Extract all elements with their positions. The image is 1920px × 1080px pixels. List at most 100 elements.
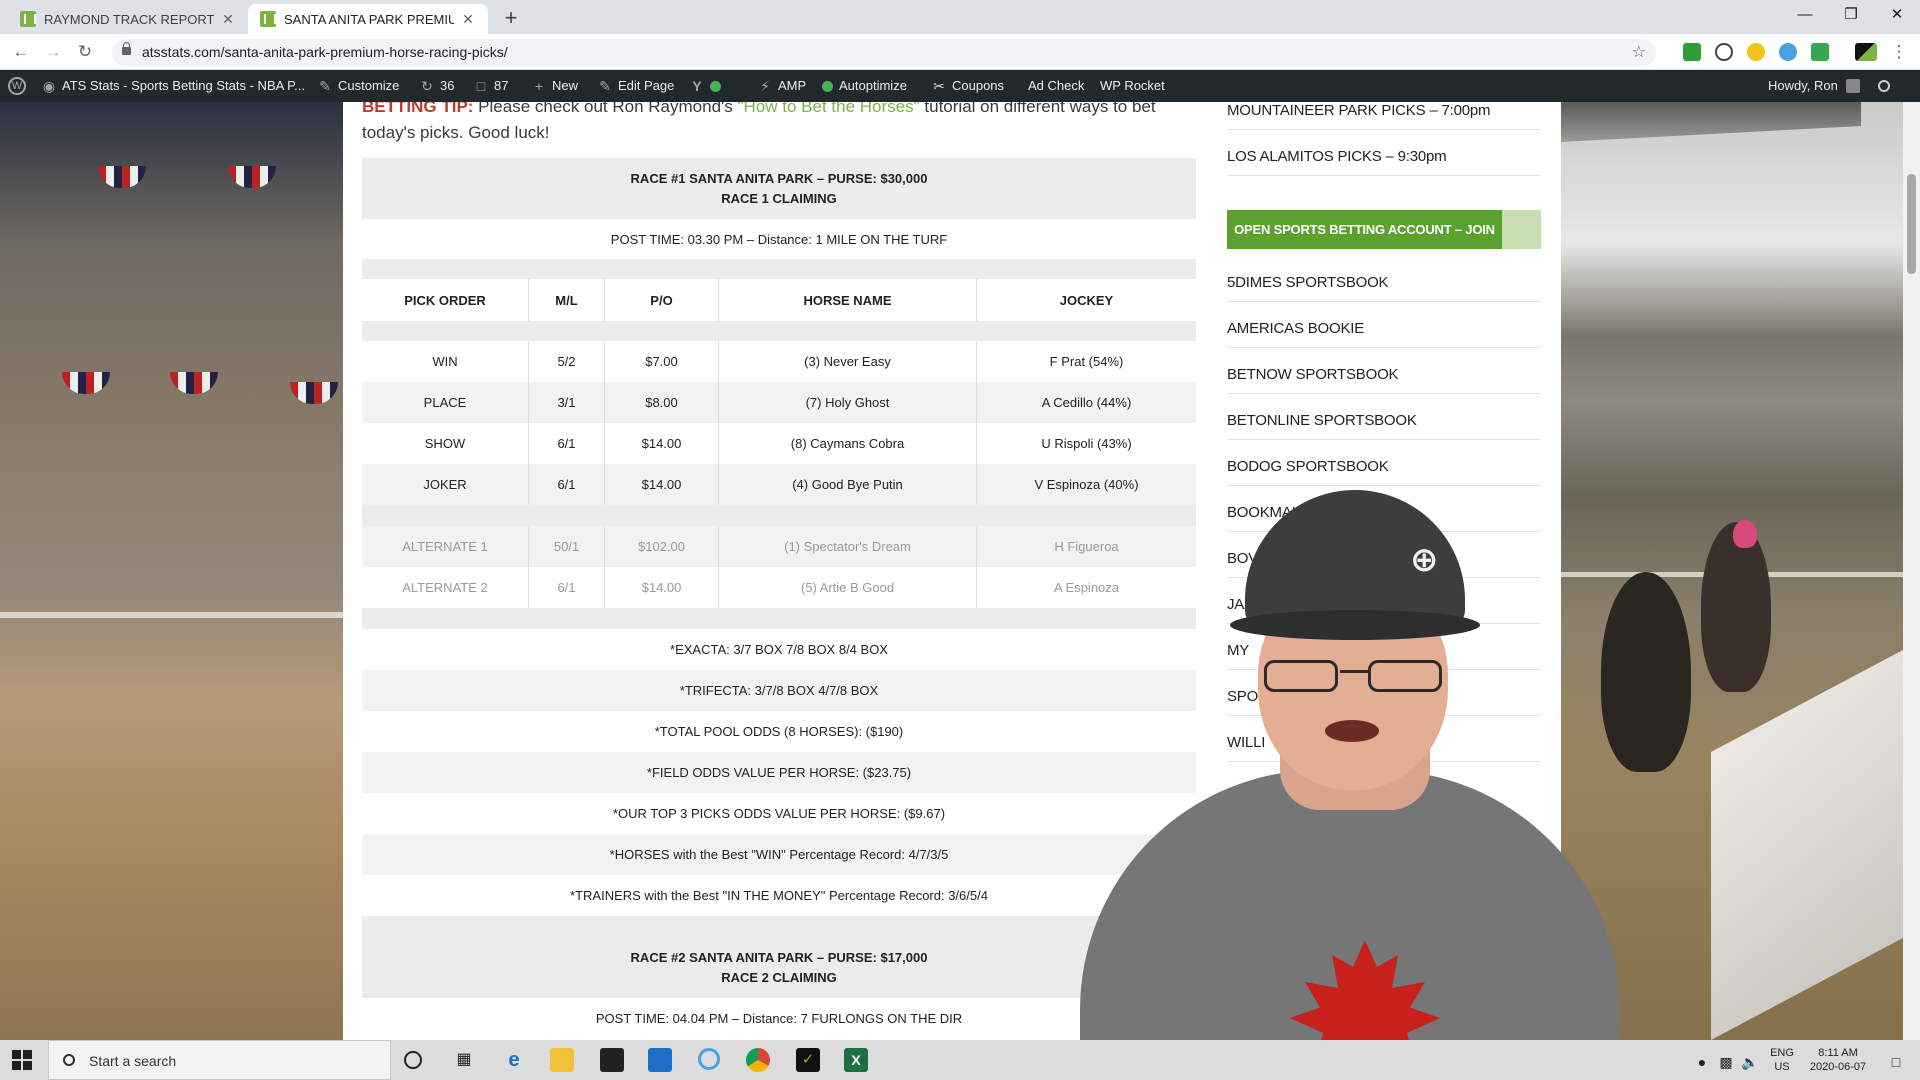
race-title: RACE #2 SANTA ANITA PARK – PURSE: $17,00… — [630, 950, 928, 965]
close-icon[interactable]: ✕ — [460, 11, 476, 28]
table-row: PLACE 3/1 $8.00 (7) Holy Ghost A Cedillo… — [362, 382, 1196, 423]
file-explorer-icon[interactable] — [550, 1048, 574, 1072]
sportsbook-link[interactable]: AMERICAS BOOKIE — [1227, 320, 1541, 348]
best-trainers-note: *TRAINERS with the Best "IN THE MONEY" P… — [570, 888, 988, 903]
horse-rider-figure — [1701, 522, 1771, 692]
scrollbar-thumb[interactable] — [1907, 174, 1916, 274]
post-time-row: POST TIME: 03.30 PM – Distance: 1 MILE O… — [362, 219, 1196, 259]
wp-rocket[interactable]: WP Rocket — [1100, 70, 1165, 102]
wp-autoptimize[interactable]: Autoptimize — [822, 70, 907, 102]
close-icon[interactable]: ✕ — [220, 11, 236, 28]
cortana-icon[interactable] — [404, 1051, 422, 1069]
open-account-button[interactable]: OPEN SPORTS BETTING ACCOUNT – JOIN NOW! — [1227, 210, 1502, 276]
brush-icon: ✎ — [319, 78, 331, 94]
bunting-decoration — [170, 372, 218, 394]
note-row: *OUR TOP 3 PICKS ODDS VALUE PER HORSE: (… — [362, 793, 1196, 834]
comment-icon: □ — [476, 78, 486, 94]
new-tab-button[interactable]: + — [498, 6, 524, 30]
edge-browser-icon[interactable]: e — [502, 1048, 526, 1072]
morning-line-cell: 6/1 — [529, 567, 605, 608]
extension-headphones-icon[interactable] — [1715, 43, 1733, 61]
wp-customize[interactable]: ✎ Customize — [318, 70, 399, 102]
webcam-overlay: ⊕ — [1080, 470, 1620, 1080]
morning-line-cell: 6/1 — [529, 464, 605, 505]
wp-search-icon[interactable] — [1878, 70, 1896, 102]
wp-howdy-user[interactable]: Howdy, Ron — [1768, 70, 1866, 102]
volume-icon[interactable]: 🔈 — [1738, 1050, 1762, 1074]
close-window-button[interactable]: ✕ — [1874, 0, 1920, 30]
browser-menu-icon[interactable]: ⋮ — [1886, 39, 1912, 65]
extension-cloud-icon[interactable] — [1779, 43, 1797, 61]
network-icon[interactable]: ▩ — [1714, 1050, 1738, 1074]
address-bar[interactable]: atsstats.com/santa-anita-park-premium-ho… — [112, 39, 1656, 66]
reload-button[interactable]: ↻ — [72, 39, 98, 65]
note-row: *HORSES with the Best "WIN" Percentage R… — [362, 834, 1196, 875]
taskbar-search-box[interactable]: Start a search — [48, 1040, 391, 1080]
taskbar-search-placeholder: Start a search — [89, 1053, 177, 1069]
bookmark-star-icon[interactable]: ☆ — [1632, 39, 1646, 66]
grandstand-roof — [1561, 102, 1861, 142]
wp-site-name[interactable]: ◉ ATS Stats - Sports Betting Stats - NBA … — [42, 70, 305, 102]
clock[interactable]: 8:11 AM 2020-06-07 — [1800, 1040, 1876, 1080]
sportsbook-link[interactable]: BETONLINE SPORTSBOOK — [1227, 412, 1541, 440]
task-view-icon[interactable]: ▦ — [452, 1048, 476, 1072]
sportsbook-link[interactable]: BETNOW SPORTSBOOK — [1227, 366, 1541, 394]
wp-comments[interactable]: □ 87 — [474, 70, 509, 102]
extension-search-icon[interactable] — [1747, 43, 1765, 61]
wp-coupons[interactable]: ✂ Coupons — [932, 70, 1004, 102]
profile-avatar-icon[interactable] — [1855, 43, 1877, 61]
bunting-decoration — [228, 166, 276, 188]
jockey-cell: A Cedillo (44%) — [1041, 395, 1132, 410]
bunting-decoration — [62, 372, 110, 394]
horse-name-cell: (5) Artie B Good — [719, 567, 977, 608]
payout-cell: $14.00 — [605, 464, 719, 505]
windows-start-icon[interactable] — [12, 1050, 32, 1070]
restore-button[interactable]: ❐ — [1828, 0, 1874, 30]
wp-edit-page[interactable]: ✎ Edit Page — [598, 70, 674, 102]
sidebar-link-los-alamitos[interactable]: LOS ALAMITOS PICKS – 9:30pm — [1227, 148, 1541, 176]
payout-cell: $7.00 — [605, 341, 719, 382]
spacer-band — [362, 916, 1196, 937]
pick-order-cell: SHOW — [362, 423, 529, 464]
seo-status-dot — [710, 80, 721, 92]
how-to-bet-link[interactable]: "How to Bet the Horses" — [738, 102, 920, 116]
ats-stats-app-icon[interactable]: ✓ — [796, 1048, 820, 1072]
microphone-icon[interactable]: ● — [1690, 1050, 1714, 1074]
media-app-icon[interactable] — [698, 1048, 720, 1070]
wp-ad-check[interactable]: Ad Check — [1028, 70, 1084, 102]
wp-updates[interactable]: ↻ 36 — [420, 70, 454, 102]
note-row: *TRAINERS with the Best "IN THE MONEY" P… — [362, 875, 1196, 916]
wp-new[interactable]: + New — [532, 70, 578, 102]
tab-santa-anita-park[interactable]: SANTA ANITA PARK PREMIUM H ✕ — [248, 4, 488, 34]
chrome-icon[interactable] — [746, 1048, 770, 1072]
presenter-cap-brim — [1230, 610, 1480, 640]
clock-date: 2020-06-07 — [1809, 1061, 1867, 1073]
tab-raymond-track-report[interactable]: RAYMOND TRACK REPORT FREE ✕ — [8, 4, 248, 34]
spacer-band — [362, 259, 1196, 279]
sportsbook-link[interactable]: 5DIMES SPORTSBOOK — [1227, 274, 1541, 302]
wordpress-logo-icon[interactable]: W — [8, 70, 32, 102]
wp-amp[interactable]: ⚡ AMP — [758, 70, 806, 102]
extension-shield-icon[interactable] — [1811, 43, 1829, 61]
pick-order-cell: ALTERNATE 1 — [362, 526, 529, 567]
extension-check-icon[interactable] — [1683, 43, 1701, 61]
excel-icon[interactable]: X — [844, 1048, 868, 1072]
scissors-icon: ✂ — [933, 78, 945, 94]
yoast-seo-icon[interactable]: Y — [690, 70, 727, 102]
minimize-button[interactable]: — — [1782, 0, 1828, 30]
notifications-icon[interactable]: □ — [1884, 1050, 1908, 1074]
pencil-icon: ✎ — [599, 78, 611, 94]
jockey-cell: U Rispoli (43%) — [1041, 436, 1132, 451]
page-scrollbar[interactable] — [1903, 102, 1920, 1040]
store-icon[interactable] — [600, 1048, 624, 1072]
payout-cell: $8.00 — [605, 382, 719, 423]
horse-name-cell: (8) Caymans Cobra — [719, 423, 977, 464]
dashboard-icon: ◉ — [42, 78, 56, 94]
language-indicator[interactable]: ENG US — [1764, 1040, 1800, 1080]
site-favicon-icon — [260, 11, 276, 27]
sidebar-link-mountaineer[interactable]: MOUNTAINEER PARK PICKS – 7:00pm — [1227, 102, 1541, 130]
payout-cell: $102.00 — [605, 526, 719, 567]
forward-button[interactable]: → — [40, 39, 66, 65]
mail-icon[interactable] — [648, 1048, 672, 1072]
back-button[interactable]: ← — [8, 39, 34, 65]
